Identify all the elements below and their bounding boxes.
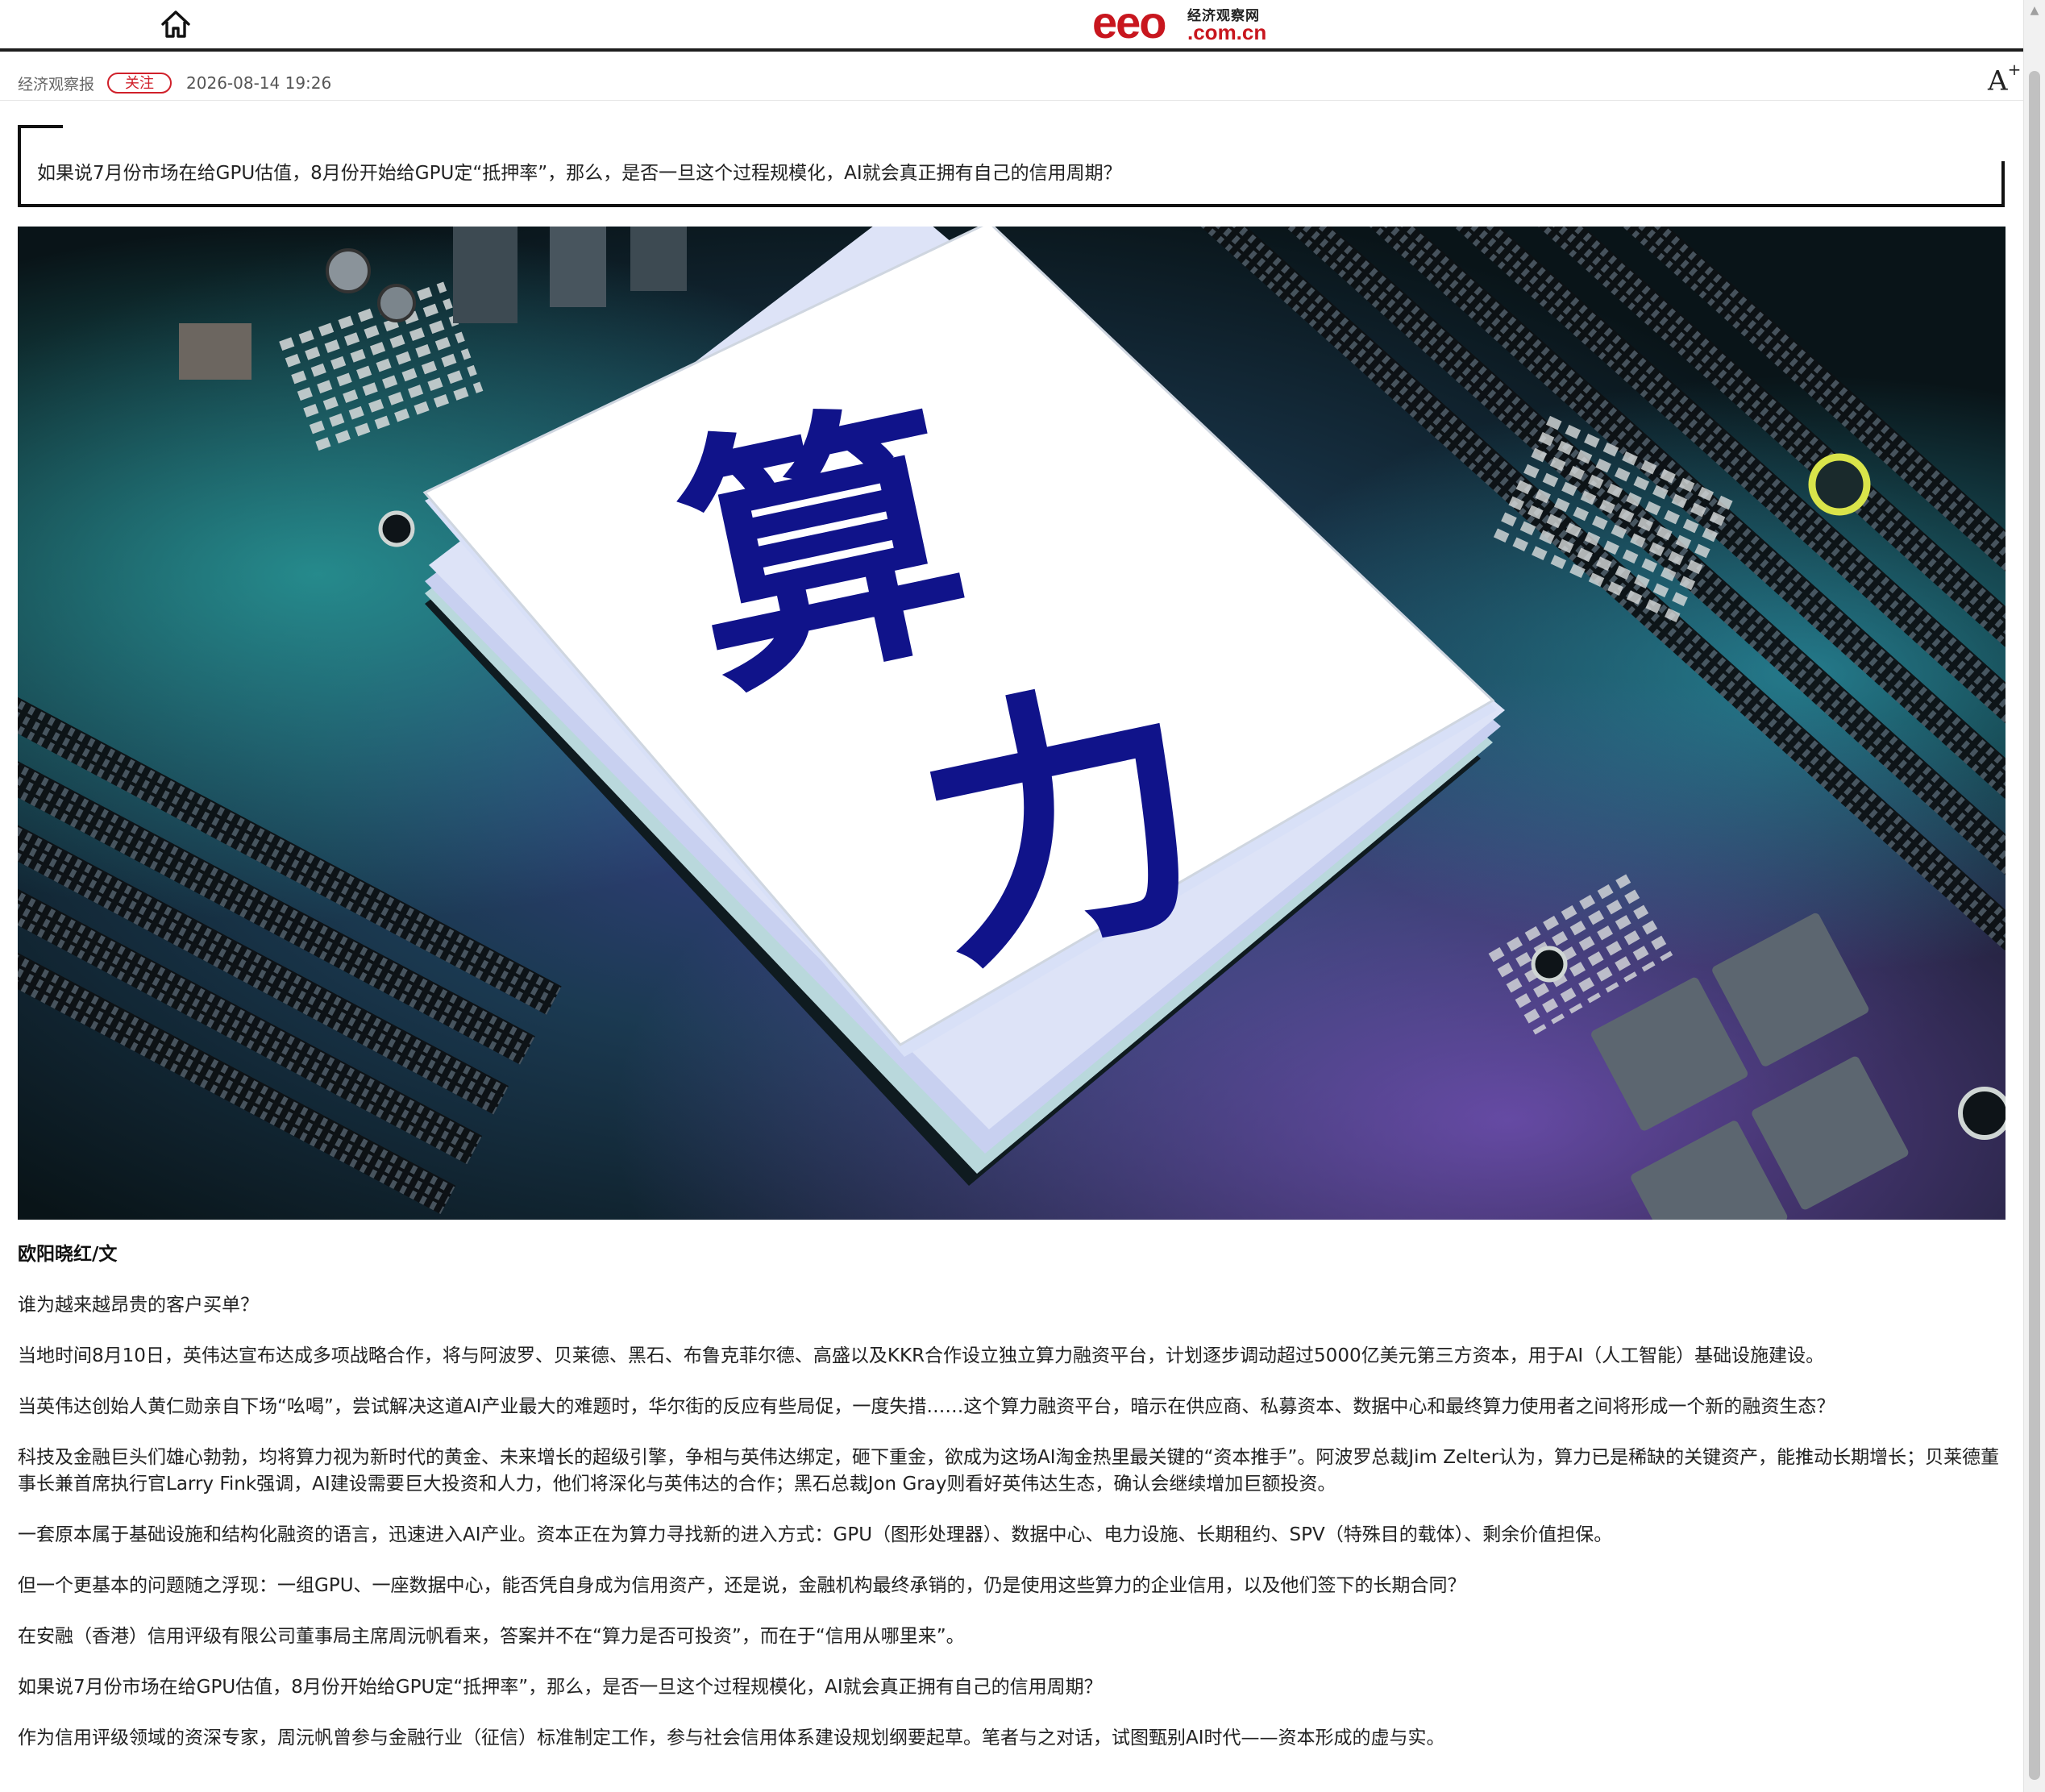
article-paragraph: 当地时间8月10日，英伟达宣布达成多项战略合作，将与阿波罗、贝莱德、黑石、布鲁克… xyxy=(18,1345,1825,1366)
article-source[interactable]: 经济观察报 xyxy=(18,73,94,94)
home-button[interactable] xyxy=(158,8,193,40)
article-meta: 经济观察报 关注 2026-08-14 19:26 xyxy=(18,71,331,95)
article-paragraph: 但一个更基本的问题随之浮现：一组GPU、一座数据中心，能否凭自身成为信用资产，还… xyxy=(18,1575,1466,1596)
page-scrollbar[interactable]: ▲ xyxy=(2023,0,2045,1792)
logo-domain: .com.cn xyxy=(1187,20,1267,44)
article-paragraph: 如果说7月份市场在给GPU估值，8月份开始给GPU定“抵押率”，那么，是否一旦这… xyxy=(18,1677,1103,1698)
font-size-icon: A xyxy=(1988,64,2008,98)
home-icon xyxy=(161,10,190,38)
article-paragraph: 作为信用评级领域的资深专家，周沅帆曾参与金融行业（征信）标准制定工作，参与社会信… xyxy=(18,1728,1445,1748)
article-paragraph: 在安融（香港）信用评级有限公司董事局主席周沅帆看来，答案并不在“算力是否可投资”… xyxy=(18,1626,965,1647)
article-paragraph: 谁为越来越昂贵的客户买单？ xyxy=(18,1295,259,1316)
article-paragraph: 一套原本属于基础设施和结构化融资的语言，迅速进入AI产业。资本正在为算力寻找新的… xyxy=(18,1524,1613,1545)
site-logo[interactable]: eeo 经济观察网 .com.cn xyxy=(1092,0,1270,48)
article-summary: 如果说7月份市场在给GPU估值，8月份开始给GPU定“抵押率”，那么，是否一旦这… xyxy=(37,163,1122,184)
meta-divider xyxy=(0,100,2023,101)
scroll-up-arrow-icon[interactable]: ▲ xyxy=(2024,0,2045,21)
article-summary-box: 如果说7月份市场在给GPU估值，8月份开始给GPU定“抵押率”，那么，是否一旦这… xyxy=(18,125,2005,207)
article-paragraph: 科技及金融巨头们雄心勃勃，均将算力视为新时代的黄金、未来增长的超级引擎，争相与英… xyxy=(18,1447,2000,1495)
article-body: 欧阳晓红/文 谁为越来越昂贵的客户买单？ 当地时间8月10日，英伟达宣布达成多项… xyxy=(18,1241,2009,1776)
circuit-board-illustration: 算 力 xyxy=(18,227,2006,1220)
follow-button[interactable]: 关注 xyxy=(107,73,172,94)
logo-eeo-text: eeo xyxy=(1092,0,1166,48)
article-author: 欧阳晓红/文 xyxy=(18,1244,118,1265)
article-hero-image: 算 力 xyxy=(18,227,2006,1220)
publish-time: 2026-08-14 19:26 xyxy=(186,73,332,93)
font-size-button[interactable]: A+ xyxy=(1988,60,2021,98)
top-nav-bar: eeo 经济观察网 .com.cn xyxy=(0,0,2023,52)
font-size-plus: + xyxy=(2007,60,2022,79)
article-paragraph: 当英伟达创始人黄仁勋亲自下场“吆喝”，尝试解决这道AI产业最大的难题时，华尔街的… xyxy=(18,1396,1835,1417)
scrollbar-thumb[interactable] xyxy=(2029,71,2040,1780)
